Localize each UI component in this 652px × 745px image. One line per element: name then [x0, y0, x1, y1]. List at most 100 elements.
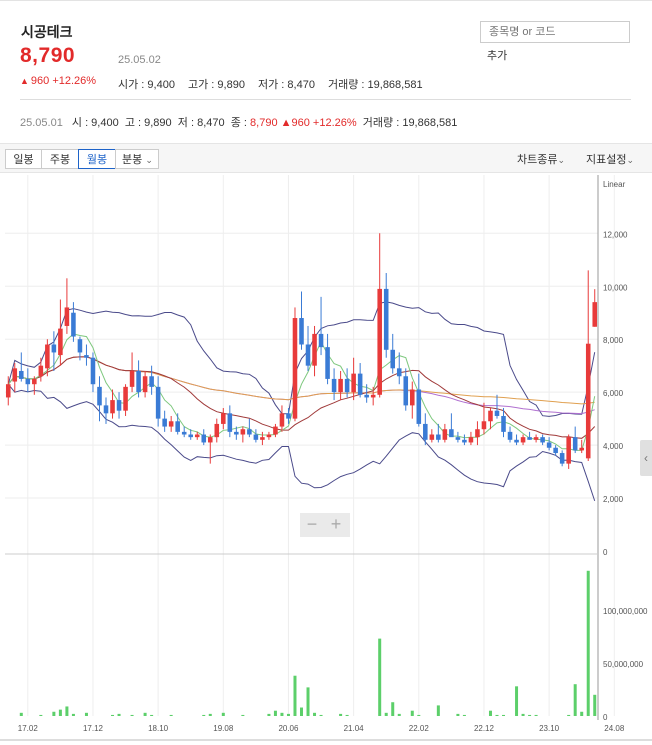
stock-chart[interactable]: 12,000 10,000 8,000 6,000 4,000 2,000 0 17.02 17…	[0, 173, 652, 745]
volume-bar	[580, 711, 584, 716]
volume-bar	[84, 712, 88, 716]
candle-body	[364, 394, 369, 398]
candle-body	[71, 312, 76, 337]
candle-body	[553, 447, 558, 454]
zoom-in-button[interactable]: +	[324, 513, 348, 537]
volume-bar	[52, 711, 56, 716]
low-price: 저가 : 8,470	[258, 79, 315, 91]
volume-bar	[521, 713, 525, 716]
candle-body	[370, 394, 376, 398]
summary-low: 저 : 8,470	[177, 117, 225, 129]
plus-icon: +	[330, 514, 342, 534]
trade-volume: 거래량 : 19,868,581	[328, 79, 423, 91]
time-tick-label: 24.08	[604, 724, 625, 733]
chevron-down-icon: ⌄	[626, 155, 635, 165]
price-tick-label: 4,000	[603, 442, 624, 451]
time-tick-label: 22.12	[474, 724, 495, 733]
volume-bar	[573, 684, 577, 716]
volume-bar	[391, 702, 395, 716]
volume-bar	[306, 687, 310, 716]
candle-body	[266, 434, 272, 438]
candle-body	[116, 400, 122, 411]
zoom-out-button[interactable]: −	[300, 513, 324, 537]
candle-body	[468, 437, 474, 443]
candle-body	[38, 365, 44, 377]
candle-body	[559, 453, 565, 464]
volume-bar	[221, 712, 225, 716]
tab-monthly[interactable]: 월봉	[78, 149, 116, 169]
stock-search-input[interactable]	[489, 26, 619, 38]
volume-bar	[58, 709, 62, 716]
candle-body	[481, 421, 487, 430]
candle-body	[194, 434, 200, 438]
candle-body	[227, 413, 233, 432]
summary-close: 8,790	[250, 117, 278, 129]
volume-bar	[384, 712, 388, 716]
side-panel-toggle[interactable]: ‹	[640, 440, 652, 476]
candle-body	[540, 437, 545, 443]
tab-weekly[interactable]: 주봉	[41, 149, 79, 169]
candle-body	[377, 288, 382, 395]
candle-body	[436, 434, 441, 440]
candle-body	[442, 429, 448, 440]
time-tick-label: 17.12	[83, 724, 104, 733]
ma120-line	[7, 356, 595, 405]
volume-bar	[202, 714, 206, 716]
candle-body	[383, 288, 389, 350]
volume-bar	[462, 714, 466, 716]
candle-body	[507, 431, 513, 440]
candle-body	[344, 378, 350, 393]
volume-bar	[410, 710, 414, 716]
add-button[interactable]: 추가	[487, 47, 507, 63]
time-tick-label: 17.02	[18, 724, 39, 733]
quote-date: 25.05.02	[118, 54, 161, 66]
candle-body	[475, 429, 480, 438]
candle-body	[449, 429, 454, 438]
candle-body	[90, 357, 96, 385]
price-tick-label: 0	[603, 548, 608, 557]
candle-body	[292, 318, 298, 419]
candle-body	[514, 439, 519, 443]
price-change: ▲ 960 +12.26%	[20, 75, 96, 87]
candle-body	[103, 405, 109, 414]
volume-bar	[378, 638, 382, 716]
tab-minute[interactable]: 분봉 ⌄	[115, 149, 159, 169]
candle-body	[5, 384, 11, 398]
time-tick-label: 23.10	[539, 724, 560, 733]
time-tick-label: 19.08	[213, 724, 234, 733]
bollinger-lower-line	[7, 383, 596, 502]
candle-body	[136, 370, 141, 393]
candle-body	[175, 421, 180, 432]
candle-body	[45, 344, 50, 369]
price-tick-label: 2,000	[603, 495, 624, 504]
stock-name: 시공테크	[21, 24, 73, 40]
volume-bar	[39, 714, 43, 716]
candle-body	[12, 368, 18, 382]
chevron-down-icon: ⌄	[145, 155, 153, 165]
volume-bar	[495, 714, 499, 716]
period-summary: 25.05.01 시 : 9,400 고 : 9,890 저 : 8,470 종…	[20, 114, 457, 130]
chart-type-button[interactable]: 차트종류⌄	[517, 151, 565, 167]
candle-body	[357, 373, 363, 395]
candle-body	[429, 434, 435, 440]
chart-grid	[5, 175, 615, 716]
price-tick-label: 6,000	[603, 389, 624, 398]
candle-body	[546, 442, 552, 448]
tab-daily[interactable]: 일봉	[5, 149, 42, 169]
candle-body	[279, 413, 285, 427]
volume-bar	[130, 714, 134, 716]
candle-body	[351, 373, 356, 393]
volume-bar	[169, 714, 173, 716]
indicator-settings-button[interactable]: 지표설정⌄	[586, 151, 634, 167]
volume-bar	[436, 705, 440, 716]
volume-bar	[19, 712, 23, 716]
volume-bar	[319, 714, 323, 716]
chevron-left-icon: ‹	[644, 451, 648, 465]
chart-toolbar: 일봉 주봉 월봉 분봉 ⌄ 차트종류⌄ 지표설정⌄	[0, 143, 652, 173]
candle-body	[494, 410, 500, 416]
candle-body	[286, 413, 291, 419]
stock-search-box[interactable]	[480, 21, 630, 43]
candle-body	[409, 389, 415, 406]
candle-body	[123, 386, 128, 411]
candle-body	[253, 434, 259, 440]
